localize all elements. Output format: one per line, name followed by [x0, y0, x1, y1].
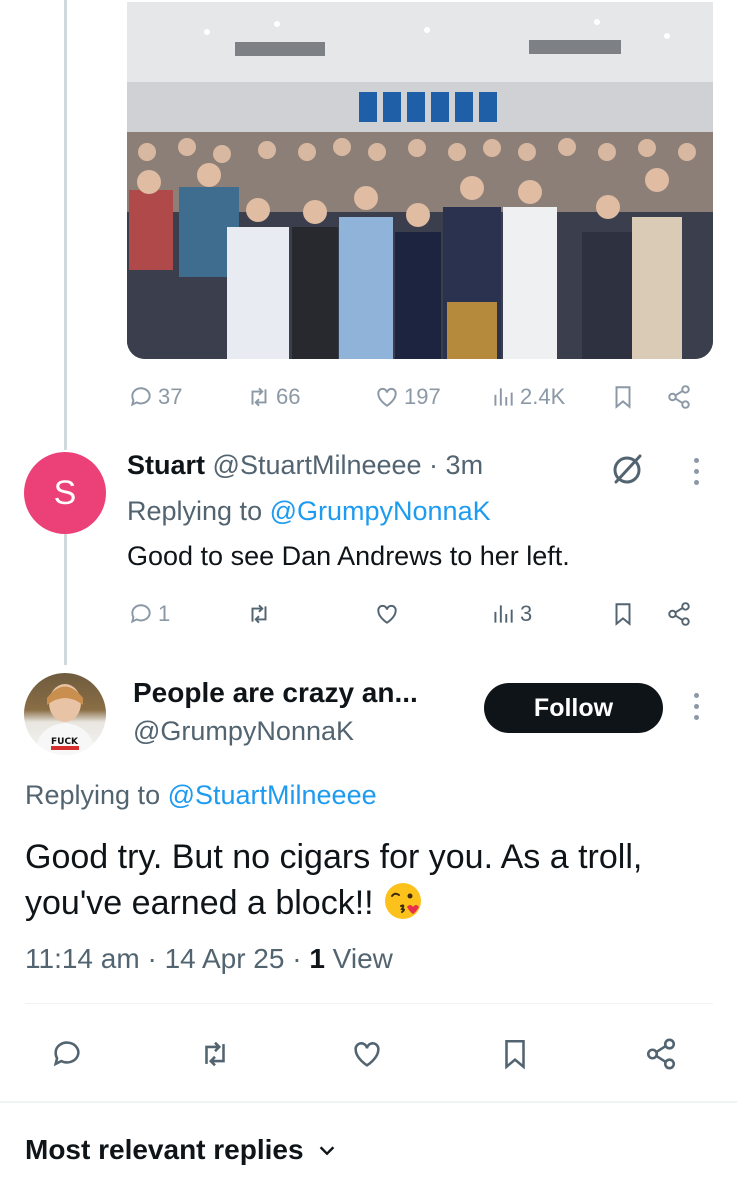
share-icon	[646, 1038, 676, 1070]
author-name[interactable]: People are crazy an...	[133, 677, 418, 709]
thread-line	[64, 525, 67, 665]
avatar[interactable]: FUCK	[24, 673, 106, 755]
separator: ·	[139, 943, 165, 974]
tweet-photo[interactable]	[127, 2, 713, 359]
view-count: 1	[309, 943, 325, 974]
bookmark-icon	[505, 1039, 525, 1070]
bookmark-action[interactable]	[610, 384, 636, 410]
chevron-down-icon	[319, 1146, 334, 1156]
reply-action[interactable]: 37	[128, 384, 182, 410]
section-divider	[0, 1101, 737, 1103]
reply-icon	[53, 1041, 80, 1067]
reply-header: Stuart @StuartMilneeee · 3m	[127, 450, 483, 481]
replying-mention[interactable]: @GrumpyNonnaK	[270, 496, 491, 526]
separator: ·	[284, 943, 310, 974]
views-icon	[494, 388, 513, 406]
like-action[interactable]: 197	[374, 384, 441, 410]
like-action[interactable]	[374, 601, 400, 627]
bookmark-icon	[615, 386, 631, 409]
share-icon	[668, 602, 690, 626]
reply-icon	[130, 604, 151, 624]
replying-mention[interactable]: @StuartMilneeee	[168, 780, 377, 810]
bookmark-icon	[615, 603, 631, 626]
avatar-letter: S	[53, 473, 77, 512]
avatar[interactable]: S	[24, 452, 106, 534]
views-action[interactable]: 3	[490, 601, 532, 627]
views-icon	[494, 605, 513, 623]
tweet-text: Good try. But no cigars for you. As a tr…	[25, 834, 725, 926]
replies-sort-label: Most relevant replies	[25, 1134, 304, 1165]
tweet-meta: 11:14 am · 14 Apr 25 · 1 View	[25, 943, 393, 975]
tweet-action-bar	[50, 1036, 690, 1072]
repost-action[interactable]	[198, 1037, 232, 1071]
more-options-icon[interactable]	[692, 693, 700, 720]
reply-count: 37	[158, 384, 183, 409]
reply-icon	[130, 387, 151, 407]
view-label: View	[324, 943, 393, 974]
tweet-time: 11:14 am	[25, 943, 140, 974]
share-action[interactable]	[666, 384, 692, 410]
author-handle[interactable]: @StuartMilneeee	[213, 450, 422, 480]
reply-text: Good to see Dan Andrews to her left.	[127, 541, 570, 571]
reply-action[interactable]	[50, 1037, 84, 1071]
grok-icon[interactable]	[608, 450, 646, 488]
replying-to: Replying to @GrumpyNonnaK	[127, 496, 491, 527]
heart-icon	[377, 387, 397, 407]
tweet-text-content: Good try. But no cigars for you. As a tr…	[25, 838, 643, 922]
more-options-icon[interactable]	[692, 458, 700, 485]
tweet-date: 14 Apr 25	[164, 943, 285, 974]
author-handle[interactable]: @GrumpyNonnaK	[133, 716, 354, 747]
bookmark-action[interactable]	[610, 601, 636, 627]
replies-sort-dropdown[interactable]: Most relevant replies	[25, 1134, 338, 1166]
follow-button[interactable]: Follow	[484, 683, 663, 733]
timestamp[interactable]: 3m	[446, 450, 484, 480]
reply-action[interactable]: 1	[128, 601, 170, 627]
replying-prefix: Replying to	[127, 496, 270, 526]
repost-action[interactable]: 66	[246, 384, 300, 410]
share-icon	[668, 385, 690, 409]
group-photo-illustration	[127, 2, 713, 359]
shirt-text: FUCK	[51, 737, 79, 747]
tweet-action-bar: 37 66 197 2.4K	[128, 382, 698, 412]
heart-icon	[377, 604, 397, 624]
reply-action-bar: 1 3	[128, 599, 698, 629]
separator: ·	[421, 450, 446, 480]
repost-icon	[251, 604, 267, 624]
repost-icon	[251, 387, 267, 407]
like-action[interactable]	[350, 1037, 384, 1071]
share-action[interactable]	[644, 1037, 678, 1071]
bookmark-action[interactable]	[498, 1037, 532, 1071]
divider	[25, 1003, 713, 1004]
avatar-image: FUCK	[34, 684, 96, 755]
views-action[interactable]: 2.4K	[490, 384, 565, 410]
share-action[interactable]	[666, 601, 692, 627]
repost-icon	[205, 1041, 225, 1067]
views-count: 3	[520, 601, 533, 626]
reply-count: 1	[158, 601, 171, 626]
heart-icon	[354, 1042, 380, 1067]
like-count: 197	[404, 384, 441, 409]
views-count: 2.4K	[520, 384, 566, 409]
repost-count: 66	[276, 384, 301, 409]
thread-line	[64, 0, 67, 450]
author-name[interactable]: Stuart	[127, 450, 205, 480]
replying-to: Replying to @StuartMilneeee	[25, 780, 377, 811]
repost-action[interactable]	[246, 601, 272, 627]
replying-prefix: Replying to	[25, 780, 168, 810]
kissing-face-emoji-icon	[385, 883, 422, 919]
